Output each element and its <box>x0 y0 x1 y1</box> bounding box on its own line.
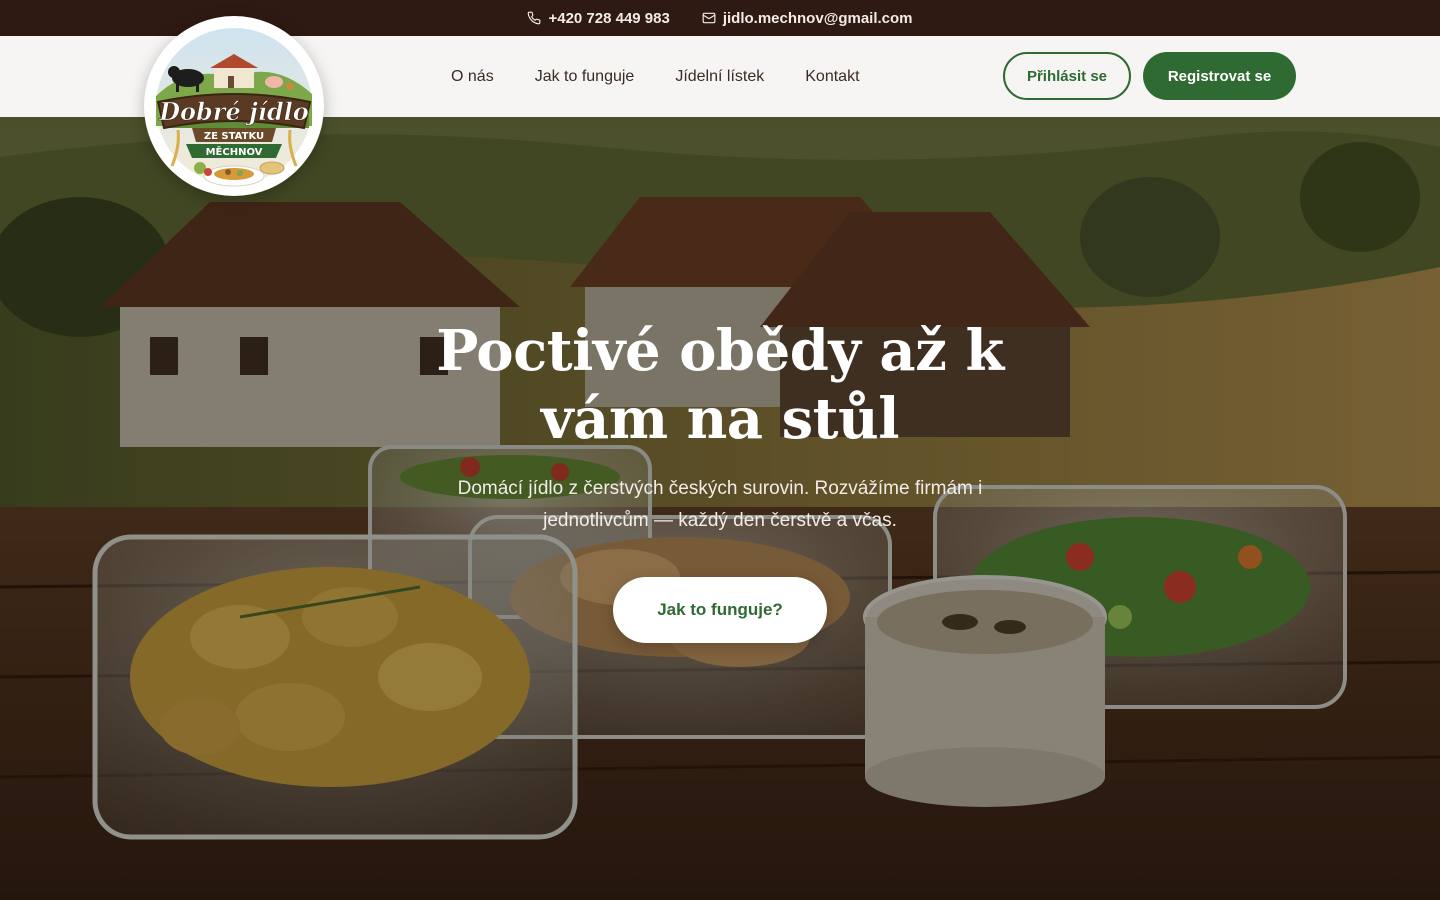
email-address: jidlo.mechnov@gmail.com <box>722 9 913 27</box>
nav-item-about[interactable]: O nás <box>451 68 494 86</box>
nav-item-menu[interactable]: Jídelní lístek <box>675 68 764 86</box>
hero-section: Poctivé obědy až k vám na stůl Domácí jí… <box>0 117 1440 900</box>
main-nav: O nás Jak to funguje Jídelní lístek Kont… <box>451 36 860 117</box>
nav-item-how-it-works[interactable]: Jak to funguje <box>535 68 635 86</box>
phone-link[interactable]: +420 728 449 983 <box>527 9 670 27</box>
how-it-works-button[interactable]: Jak to funguje? <box>613 577 827 643</box>
logo-subtitle: ZE STATKU <box>204 131 264 142</box>
logo-place: MĚCHNOV <box>206 145 263 158</box>
email-link[interactable]: jidlo.mechnov@gmail.com <box>702 10 913 27</box>
phone-icon <box>528 11 541 25</box>
logo-emblem: Dobré jídlo ZE STATKU MĚCHNOV <box>156 28 312 187</box>
register-button[interactable]: Registrovat se <box>1143 52 1296 100</box>
nav-item-contact[interactable]: Kontakt <box>805 68 859 86</box>
hero-title: Poctivé obědy až k vám na stůl <box>436 318 1004 452</box>
phone-number: +420 728 449 983 <box>548 9 670 27</box>
hero-subtitle: Domácí jídlo z čerstvých českých surovin… <box>457 478 983 531</box>
mail-icon <box>702 12 716 24</box>
login-button[interactable]: Přihlásit se <box>1003 52 1131 100</box>
logo-title: Dobré jídlo <box>158 97 309 126</box>
site-logo[interactable]: Dobré jídlo ZE STATKU MĚCHNOV <box>144 16 324 196</box>
